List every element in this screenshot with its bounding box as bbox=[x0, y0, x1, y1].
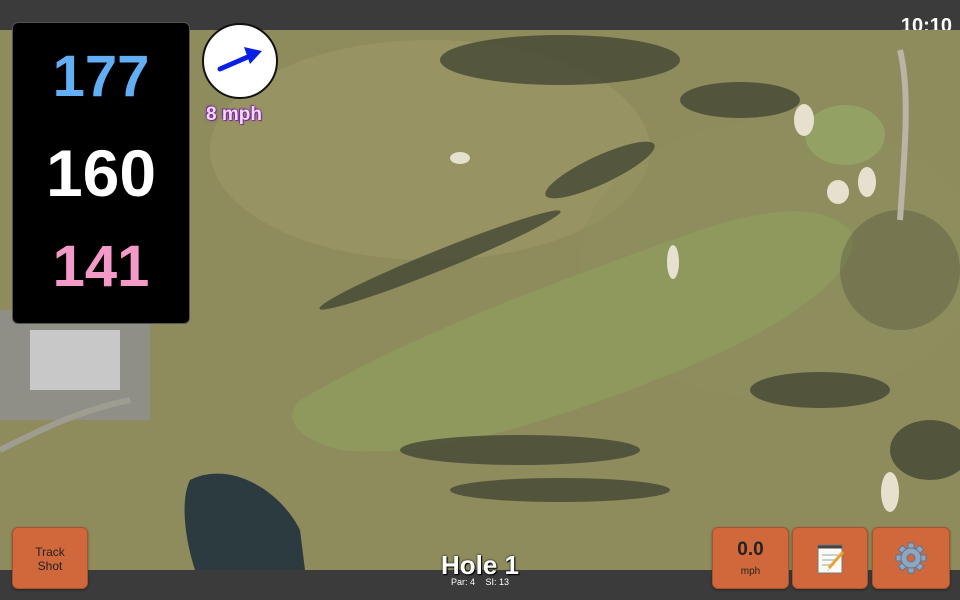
speed-unit: mph bbox=[740, 566, 761, 577]
back-distance: 177 bbox=[52, 44, 150, 109]
speed-value: 0.0 bbox=[737, 539, 764, 560]
distance-panel: 177 160 141 bbox=[12, 22, 190, 324]
swing-speed-button[interactable]: 0.0 mph bbox=[712, 527, 789, 589]
settings-button[interactable] bbox=[872, 527, 950, 589]
arrow-right-up-icon bbox=[217, 47, 262, 72]
wind-speed-label: 8 mph bbox=[206, 104, 262, 125]
front-distance: 141 bbox=[52, 234, 150, 299]
notes-button[interactable] bbox=[792, 527, 868, 589]
hole-stroke-index: SI: 13 bbox=[485, 577, 510, 587]
hole-par: Par: 4 bbox=[450, 577, 475, 587]
middle-distance: 160 bbox=[45, 136, 157, 210]
notepad-icon bbox=[817, 544, 845, 574]
wind-direction-indicator bbox=[202, 23, 278, 99]
gear-icon bbox=[895, 542, 927, 574]
